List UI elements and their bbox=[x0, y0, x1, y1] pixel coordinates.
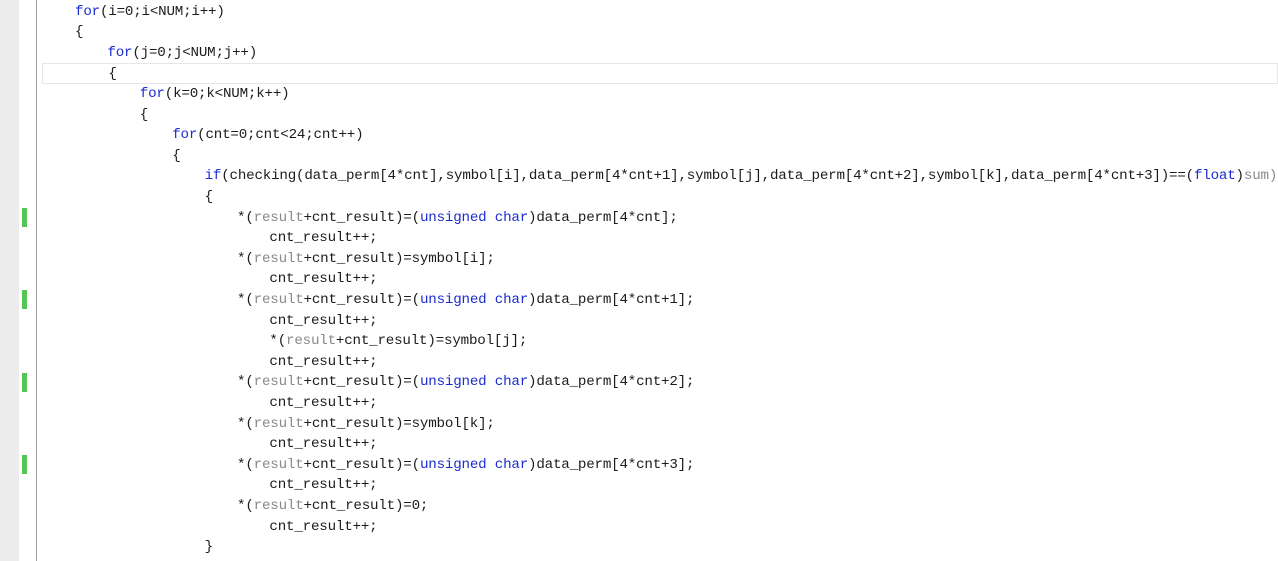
code-token: cnt_result++; bbox=[269, 271, 378, 288]
fold-margin[interactable] bbox=[19, 0, 37, 561]
code-token: *( bbox=[237, 209, 254, 226]
code-token: )data_perm[4*cnt]; bbox=[528, 209, 678, 226]
change-marker bbox=[22, 290, 27, 310]
keyword-token: for bbox=[75, 3, 100, 20]
code-token: *( bbox=[237, 250, 254, 267]
code-token: cnt_result++; bbox=[269, 230, 378, 247]
code-token: +cnt_result)=( bbox=[303, 374, 421, 391]
code-token: )data_perm[4*cnt+2]; bbox=[528, 374, 695, 391]
code-token: cnt_result++; bbox=[269, 353, 378, 370]
code-token: (i=0;i<NUM;i++) bbox=[99, 3, 225, 20]
code-line[interactable]: cnt_result++; bbox=[37, 517, 377, 538]
change-marker bbox=[22, 455, 27, 475]
code-token: { bbox=[75, 24, 84, 41]
identifier-token: result bbox=[253, 209, 304, 226]
code-line[interactable]: { bbox=[42, 63, 1278, 84]
code-line[interactable]: cnt_result++; bbox=[37, 352, 377, 373]
keyword-token: unsigned char bbox=[419, 291, 529, 308]
code-line[interactable]: *(result+cnt_result)=(unsigned char)data… bbox=[37, 372, 695, 393]
code-token: *( bbox=[237, 497, 254, 514]
code-token: cnt_result++; bbox=[269, 394, 378, 411]
keyword-token: for bbox=[172, 127, 198, 144]
identifier-token: result bbox=[286, 333, 336, 350]
code-token: cnt_result++; bbox=[269, 477, 378, 494]
code-token: *( bbox=[237, 374, 254, 391]
code-token: )data_perm[4*cnt+3]; bbox=[528, 456, 695, 473]
keyword-token: if bbox=[204, 168, 222, 185]
change-marker bbox=[22, 372, 27, 392]
code-token: { bbox=[204, 188, 214, 205]
code-token: cnt_result++; bbox=[269, 436, 378, 453]
keyword-token: for bbox=[139, 85, 165, 102]
identifier-token: result bbox=[253, 291, 304, 308]
code-line[interactable]: *(result+cnt_result)=symbol[j]; bbox=[37, 331, 527, 352]
code-token: *( bbox=[237, 291, 254, 308]
code-token: *( bbox=[237, 415, 254, 432]
code-line[interactable]: cnt_result++; bbox=[37, 393, 377, 414]
code-token: +cnt_result)=0; bbox=[303, 497, 429, 514]
keyword-token: for bbox=[107, 44, 133, 61]
identifier-token: result bbox=[253, 374, 304, 391]
identifier-token: sum) bbox=[1243, 168, 1278, 185]
code-line[interactable]: for(i=0;i<NUM;i++) bbox=[37, 2, 225, 23]
code-token: *( bbox=[237, 456, 254, 473]
identifier-token: result bbox=[253, 415, 304, 432]
code-line[interactable]: *(result+cnt_result)=0; bbox=[37, 496, 428, 517]
code-line[interactable]: cnt_result++; bbox=[37, 269, 377, 290]
code-line[interactable]: cnt_result++; bbox=[37, 228, 377, 249]
code-line[interactable]: if(checking(data_perm[4*cnt],symbol[i],d… bbox=[37, 166, 1278, 187]
code-line[interactable]: cnt_result++; bbox=[37, 311, 377, 332]
code-line[interactable]: { bbox=[37, 22, 84, 43]
editor-gutter bbox=[0, 0, 19, 561]
code-line[interactable]: { bbox=[37, 146, 181, 167]
code-token: +cnt_result)=symbol[i]; bbox=[303, 250, 495, 267]
code-line[interactable]: for(k=0;k<NUM;k++) bbox=[37, 84, 290, 105]
code-token: )data_perm[4*cnt+1]; bbox=[528, 291, 695, 308]
keyword-token: unsigned char bbox=[419, 374, 529, 391]
keyword-token: float bbox=[1193, 168, 1236, 185]
code-line[interactable]: *(result+cnt_result)=(unsigned char)data… bbox=[37, 290, 695, 311]
code-token: (k=0;k<NUM;k++) bbox=[164, 85, 290, 102]
code-token: (checking(data_perm[4*cnt],symbol[i],dat… bbox=[221, 168, 1194, 185]
code-line[interactable]: cnt_result++; bbox=[37, 434, 377, 455]
code-token: } bbox=[204, 539, 214, 556]
code-line[interactable]: *(result+cnt_result)=symbol[i]; bbox=[37, 249, 495, 270]
code-line[interactable]: cnt_result++; bbox=[37, 475, 377, 496]
keyword-token: unsigned char bbox=[419, 456, 529, 473]
identifier-token: result bbox=[253, 497, 304, 514]
identifier-token: result bbox=[253, 250, 304, 267]
code-token: cnt_result++; bbox=[269, 518, 378, 535]
code-token: { bbox=[172, 147, 181, 164]
code-token: cnt_result++; bbox=[269, 312, 378, 329]
code-line[interactable]: *(result+cnt_result)=symbol[k]; bbox=[37, 414, 495, 435]
code-token: +cnt_result)=( bbox=[303, 209, 421, 226]
code-line[interactable]: { bbox=[37, 105, 149, 126]
code-token: { bbox=[108, 66, 117, 83]
code-token: *( bbox=[269, 333, 287, 350]
code-line[interactable]: } bbox=[37, 537, 214, 558]
code-token: +cnt_result)=( bbox=[303, 456, 421, 473]
code-token: ) bbox=[1235, 168, 1245, 185]
keyword-token: unsigned char bbox=[419, 209, 529, 226]
code-line[interactable]: *(result+cnt_result)=(unsigned char)data… bbox=[37, 208, 678, 229]
code-token: (j=0;j<NUM;j++) bbox=[132, 44, 258, 61]
code-token: (cnt=0;cnt<24;cnt++) bbox=[197, 127, 364, 144]
code-line[interactable]: { bbox=[37, 187, 214, 208]
code-line[interactable]: for(j=0;j<NUM;j++) bbox=[37, 43, 257, 64]
code-token: +cnt_result)=symbol[j]; bbox=[335, 333, 528, 350]
code-token: +cnt_result)=( bbox=[303, 291, 421, 308]
code-line[interactable]: *(result+cnt_result)=(unsigned char)data… bbox=[37, 455, 695, 476]
change-marker bbox=[22, 208, 27, 227]
code-token: +cnt_result)=symbol[k]; bbox=[303, 415, 495, 432]
identifier-token: result bbox=[253, 456, 304, 473]
code-line[interactable]: for(cnt=0;cnt<24;cnt++) bbox=[37, 125, 363, 146]
code-editor[interactable]: for(i=0;i<NUM;i++){for(j=0;j<NUM;j++){fo… bbox=[37, 0, 1278, 561]
code-token: { bbox=[139, 106, 149, 123]
